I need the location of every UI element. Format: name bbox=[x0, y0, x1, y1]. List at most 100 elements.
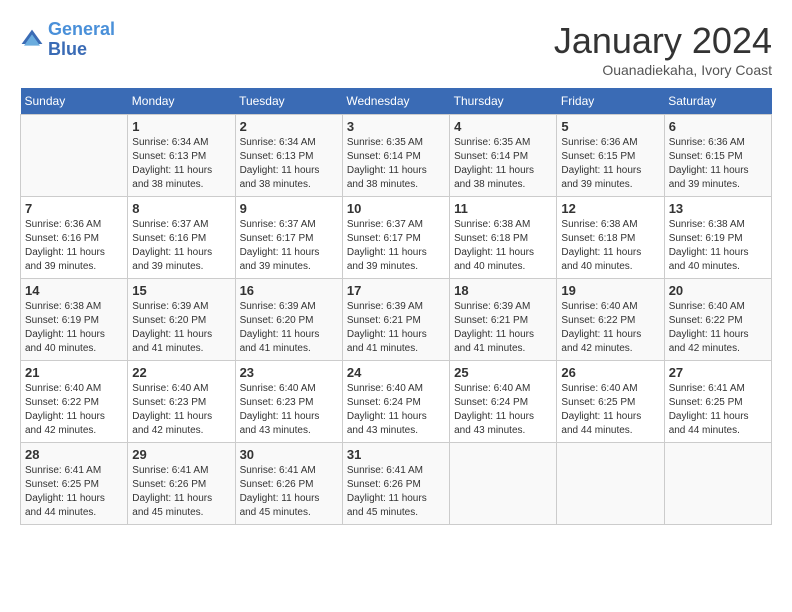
calendar-cell bbox=[450, 443, 557, 525]
calendar-cell: 8 Sunrise: 6:37 AMSunset: 6:16 PMDaylight… bbox=[128, 197, 235, 279]
day-number: 2 bbox=[240, 119, 338, 134]
calendar-cell: 20 Sunrise: 6:40 AMSunset: 6:22 PMDayligh… bbox=[664, 279, 771, 361]
day-info: Sunrise: 6:40 AMSunset: 6:22 PMDaylight:… bbox=[669, 300, 767, 356]
day-number: 25 bbox=[454, 365, 552, 380]
day-number: 29 bbox=[132, 447, 230, 462]
calendar-cell bbox=[557, 443, 664, 525]
day-info: Sunrise: 6:39 AMSunset: 6:21 PMDaylight:… bbox=[454, 300, 552, 356]
calendar-cell: 14 Sunrise: 6:38 AMSunset: 6:19 PMDayligh… bbox=[21, 279, 128, 361]
day-number: 24 bbox=[347, 365, 445, 380]
day-header-tuesday: Tuesday bbox=[235, 88, 342, 115]
day-number: 7 bbox=[25, 201, 123, 216]
day-info: Sunrise: 6:40 AMSunset: 6:22 PMDaylight:… bbox=[25, 382, 123, 438]
day-info: Sunrise: 6:40 AMSunset: 6:23 PMDaylight:… bbox=[240, 382, 338, 438]
calendar-cell: 22 Sunrise: 6:40 AMSunset: 6:23 PMDayligh… bbox=[128, 361, 235, 443]
day-number: 8 bbox=[132, 201, 230, 216]
day-number: 4 bbox=[454, 119, 552, 134]
calendar-cell: 13 Sunrise: 6:38 AMSunset: 6:19 PMDayligh… bbox=[664, 197, 771, 279]
day-info: Sunrise: 6:38 AMSunset: 6:19 PMDaylight:… bbox=[25, 300, 123, 356]
logo-icon bbox=[20, 28, 44, 52]
day-info: Sunrise: 6:36 AMSunset: 6:15 PMDaylight:… bbox=[561, 136, 659, 192]
calendar-cell: 11Sunrise: 6:38 AMSunset: 6:18 PMDayligh… bbox=[450, 197, 557, 279]
day-number: 23 bbox=[240, 365, 338, 380]
calendar-cell bbox=[664, 443, 771, 525]
calendar-cell: 21 Sunrise: 6:40 AMSunset: 6:22 PMDayligh… bbox=[21, 361, 128, 443]
day-number: 16 bbox=[240, 283, 338, 298]
day-number: 3 bbox=[347, 119, 445, 134]
day-number: 26 bbox=[561, 365, 659, 380]
day-number: 22 bbox=[132, 365, 230, 380]
calendar-week-1: 1 Sunrise: 6:34 AMSunset: 6:13 PMDaylight… bbox=[21, 115, 772, 197]
calendar-cell: 16 Sunrise: 6:39 AMSunset: 6:20 PMDayligh… bbox=[235, 279, 342, 361]
calendar-table: SundayMondayTuesdayWednesdayThursdayFrid… bbox=[20, 88, 772, 525]
calendar-cell: 28Sunrise: 6:41 AMSunset: 6:25 PMDayligh… bbox=[21, 443, 128, 525]
calendar-cell bbox=[21, 115, 128, 197]
calendar-cell: 18Sunrise: 6:39 AMSunset: 6:21 PMDayligh… bbox=[450, 279, 557, 361]
calendar-cell: 9Sunrise: 6:37 AMSunset: 6:17 PMDaylight… bbox=[235, 197, 342, 279]
day-info: Sunrise: 6:41 AMSunset: 6:25 PMDaylight:… bbox=[25, 464, 123, 520]
day-header-wednesday: Wednesday bbox=[342, 88, 449, 115]
day-info: Sunrise: 6:37 AMSunset: 6:17 PMDaylight:… bbox=[347, 218, 445, 274]
day-number: 21 bbox=[25, 365, 123, 380]
calendar-cell: 5 Sunrise: 6:36 AMSunset: 6:15 PMDaylight… bbox=[557, 115, 664, 197]
calendar-week-4: 21 Sunrise: 6:40 AMSunset: 6:22 PMDayligh… bbox=[21, 361, 772, 443]
day-info: Sunrise: 6:36 AMSunset: 6:15 PMDaylight:… bbox=[669, 136, 767, 192]
logo: General Blue bbox=[20, 20, 115, 60]
day-number: 6 bbox=[669, 119, 767, 134]
day-info: Sunrise: 6:34 AMSunset: 6:13 PMDaylight:… bbox=[132, 136, 230, 192]
calendar-cell: 10 Sunrise: 6:37 AMSunset: 6:17 PMDayligh… bbox=[342, 197, 449, 279]
calendar-week-2: 7Sunrise: 6:36 AMSunset: 6:16 PMDaylight… bbox=[21, 197, 772, 279]
day-info: Sunrise: 6:40 AMSunset: 6:22 PMDaylight:… bbox=[561, 300, 659, 356]
day-info: Sunrise: 6:38 AMSunset: 6:19 PMDaylight:… bbox=[669, 218, 767, 274]
day-info: Sunrise: 6:41 AMSunset: 6:26 PMDaylight:… bbox=[347, 464, 445, 520]
day-info: Sunrise: 6:35 AMSunset: 6:14 PMDaylight:… bbox=[454, 136, 552, 192]
day-info: Sunrise: 6:38 AMSunset: 6:18 PMDaylight:… bbox=[561, 218, 659, 274]
day-number: 10 bbox=[347, 201, 445, 216]
location-subtitle: Ouanadiekaha, Ivory Coast bbox=[554, 62, 772, 78]
day-info: Sunrise: 6:40 AMSunset: 6:25 PMDaylight:… bbox=[561, 382, 659, 438]
calendar-cell: 27 Sunrise: 6:41 AMSunset: 6:25 PMDayligh… bbox=[664, 361, 771, 443]
day-info: Sunrise: 6:41 AMSunset: 6:25 PMDaylight:… bbox=[669, 382, 767, 438]
day-number: 14 bbox=[25, 283, 123, 298]
calendar-cell: 24 Sunrise: 6:40 AMSunset: 6:24 PMDayligh… bbox=[342, 361, 449, 443]
day-number: 12 bbox=[561, 201, 659, 216]
title-block: January 2024 Ouanadiekaha, Ivory Coast bbox=[554, 20, 772, 78]
day-info: Sunrise: 6:40 AMSunset: 6:23 PMDaylight:… bbox=[132, 382, 230, 438]
day-info: Sunrise: 6:39 AMSunset: 6:20 PMDaylight:… bbox=[240, 300, 338, 356]
day-number: 13 bbox=[669, 201, 767, 216]
day-info: Sunrise: 6:40 AMSunset: 6:24 PMDaylight:… bbox=[347, 382, 445, 438]
day-header-thursday: Thursday bbox=[450, 88, 557, 115]
calendar-cell: 26 Sunrise: 6:40 AMSunset: 6:25 PMDayligh… bbox=[557, 361, 664, 443]
calendar-cell: 2Sunrise: 6:34 AMSunset: 6:13 PMDaylight… bbox=[235, 115, 342, 197]
day-number: 9 bbox=[240, 201, 338, 216]
day-number: 31 bbox=[347, 447, 445, 462]
day-number: 20 bbox=[669, 283, 767, 298]
day-info: Sunrise: 6:35 AMSunset: 6:14 PMDaylight:… bbox=[347, 136, 445, 192]
day-number: 27 bbox=[669, 365, 767, 380]
month-title: January 2024 bbox=[554, 20, 772, 62]
day-info: Sunrise: 6:41 AMSunset: 6:26 PMDaylight:… bbox=[240, 464, 338, 520]
day-info: Sunrise: 6:41 AMSunset: 6:26 PMDaylight:… bbox=[132, 464, 230, 520]
calendar-cell: 31 Sunrise: 6:41 AMSunset: 6:26 PMDayligh… bbox=[342, 443, 449, 525]
day-header-saturday: Saturday bbox=[664, 88, 771, 115]
day-number: 17 bbox=[347, 283, 445, 298]
calendar-cell: 30Sunrise: 6:41 AMSunset: 6:26 PMDayligh… bbox=[235, 443, 342, 525]
day-header-friday: Friday bbox=[557, 88, 664, 115]
calendar-week-3: 14 Sunrise: 6:38 AMSunset: 6:19 PMDayligh… bbox=[21, 279, 772, 361]
calendar-week-5: 28Sunrise: 6:41 AMSunset: 6:25 PMDayligh… bbox=[21, 443, 772, 525]
calendar-cell: 6 Sunrise: 6:36 AMSunset: 6:15 PMDaylight… bbox=[664, 115, 771, 197]
day-number: 15 bbox=[132, 283, 230, 298]
day-number: 5 bbox=[561, 119, 659, 134]
day-info: Sunrise: 6:37 AMSunset: 6:16 PMDaylight:… bbox=[132, 218, 230, 274]
day-info: Sunrise: 6:39 AMSunset: 6:20 PMDaylight:… bbox=[132, 300, 230, 356]
day-info: Sunrise: 6:40 AMSunset: 6:24 PMDaylight:… bbox=[454, 382, 552, 438]
calendar-cell: 29 Sunrise: 6:41 AMSunset: 6:26 PMDayligh… bbox=[128, 443, 235, 525]
calendar-cell: 23 Sunrise: 6:40 AMSunset: 6:23 PMDayligh… bbox=[235, 361, 342, 443]
day-header-sunday: Sunday bbox=[21, 88, 128, 115]
calendar-cell: 7Sunrise: 6:36 AMSunset: 6:16 PMDaylight… bbox=[21, 197, 128, 279]
calendar-cell: 15 Sunrise: 6:39 AMSunset: 6:20 PMDayligh… bbox=[128, 279, 235, 361]
day-number: 19 bbox=[561, 283, 659, 298]
day-number: 1 bbox=[132, 119, 230, 134]
calendar-cell: 25 Sunrise: 6:40 AMSunset: 6:24 PMDayligh… bbox=[450, 361, 557, 443]
calendar-cell: 4 Sunrise: 6:35 AMSunset: 6:14 PMDaylight… bbox=[450, 115, 557, 197]
